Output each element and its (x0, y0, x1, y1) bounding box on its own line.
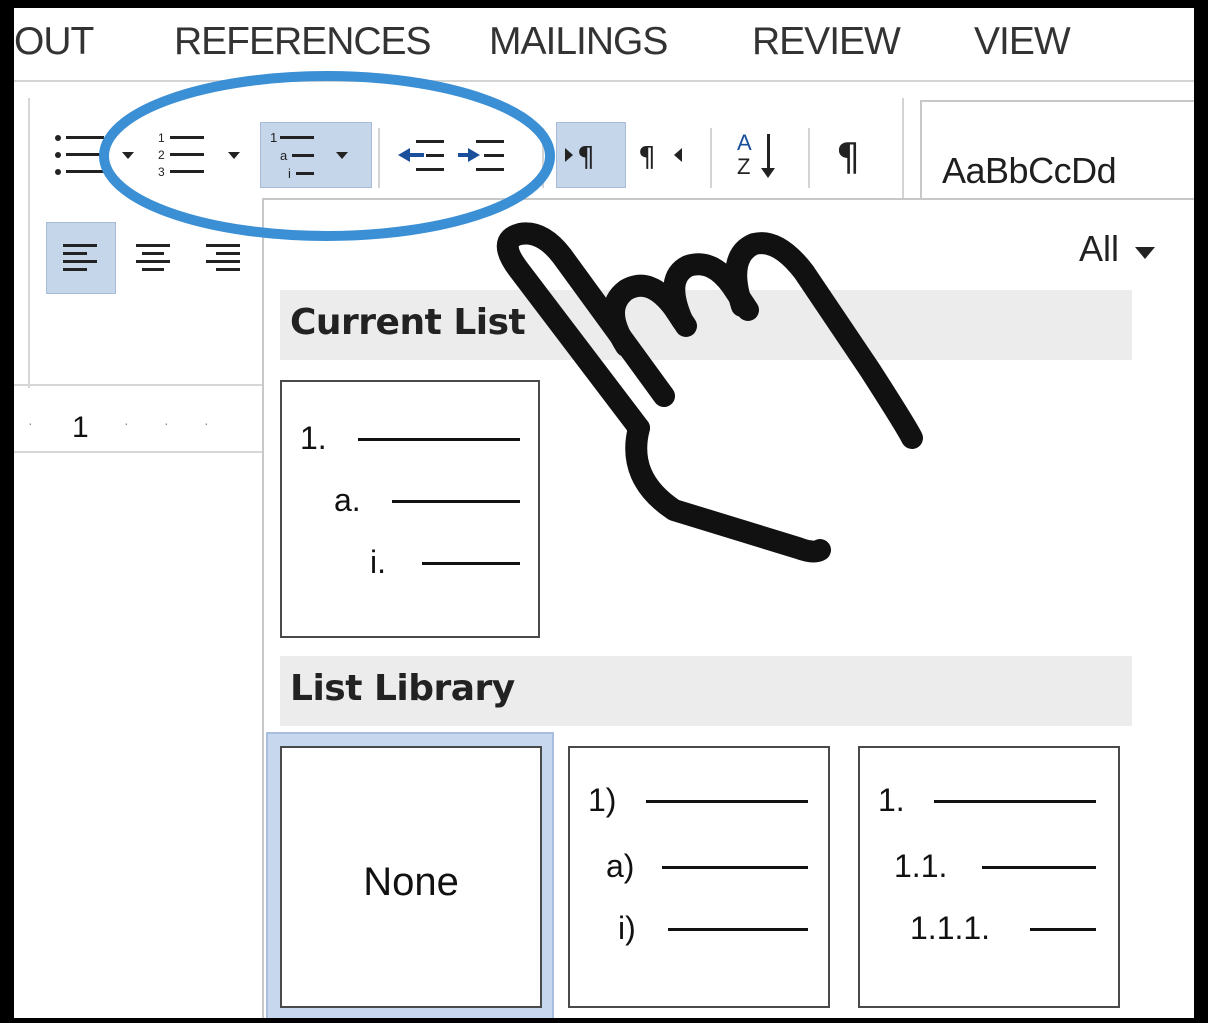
ruler-number: 1 (72, 411, 89, 444)
svg-text:2: 2 (158, 148, 165, 162)
align-right-button[interactable] (194, 222, 254, 294)
chevron-down-icon (228, 152, 240, 159)
current-list-header: Current List (280, 290, 1132, 360)
word-window: OUT REFERENCES MAILINGS REVIEW VIEW 1 2 … (14, 8, 1194, 1018)
tab-layout[interactable]: OUT (14, 20, 94, 64)
list-line (668, 928, 808, 931)
svg-text:A: A (737, 130, 752, 155)
ruler-tick: · (204, 415, 209, 431)
ribbon-bottom-border (14, 384, 274, 386)
list-level-2-marker: 1.1. (894, 848, 948, 884)
list-level-2-marker: a. (334, 482, 361, 518)
none-label: None (363, 860, 459, 904)
svg-text:i: i (288, 166, 291, 181)
multilevel-list-button[interactable]: 1 a i (260, 122, 372, 188)
align-right-icon (206, 244, 240, 271)
none-tile: None (280, 746, 542, 1008)
svg-text:¶: ¶ (577, 140, 595, 173)
svg-text:Z: Z (737, 154, 750, 179)
ruler-tick: · (164, 415, 169, 431)
separator (808, 128, 810, 188)
sort-button[interactable]: A Z (726, 124, 792, 186)
svg-text:1: 1 (158, 131, 165, 145)
filter-label: All (1078, 228, 1119, 269)
decrease-indent-icon (398, 140, 444, 171)
separator (378, 128, 380, 188)
bullets-button[interactable] (50, 124, 150, 186)
list-filter-dropdown[interactable]: All (1079, 228, 1155, 270)
pilcrow-icon: ¶ (836, 135, 860, 179)
show-hide-formatting-button[interactable]: ¶ (822, 124, 882, 186)
svg-text:¶: ¶ (638, 140, 656, 173)
chevron-down-icon (336, 152, 348, 159)
list-library-item-none[interactable]: None (266, 732, 554, 1018)
list-line (422, 562, 520, 565)
ribbon-divider (28, 98, 30, 388)
list-library-item-decimal[interactable]: 1. 1.1. 1.1.1. (858, 746, 1120, 1008)
list-level-3-marker: i. (370, 544, 386, 580)
list-library-item-paren[interactable]: 1) a) i) (568, 746, 830, 1008)
ribbon-tab-bar: OUT REFERENCES MAILINGS REVIEW VIEW (14, 8, 1194, 82)
list-level-2-marker: a) (606, 848, 635, 884)
svg-text:a: a (280, 148, 288, 163)
ruler-tick: · (124, 415, 129, 431)
tab-view[interactable]: VIEW (974, 20, 1071, 64)
ruler-tick: · (28, 415, 33, 431)
ltr-icon: ¶ (565, 140, 595, 173)
svg-text:3: 3 (158, 165, 165, 179)
list-level-3-marker: 1.1.1. (910, 910, 991, 946)
list-line (358, 438, 520, 441)
chevron-down-icon (122, 152, 134, 159)
list-level-1-marker: 1) (588, 782, 617, 818)
numbering-button[interactable]: 1 2 3 (154, 124, 254, 186)
multilevel-list-dropdown: All Current List 1. a. i. List Library N… (262, 198, 1194, 1018)
tab-references[interactable]: REFERENCES (174, 20, 432, 64)
list-line (392, 500, 520, 503)
list-line (982, 866, 1096, 869)
list-level-3-marker: i) (618, 910, 636, 946)
list-line (934, 800, 1096, 803)
multilevel-list-icon: 1 a i (270, 130, 348, 181)
list-library-header: List Library (280, 656, 1132, 726)
tab-mailings[interactable]: MAILINGS (489, 20, 668, 64)
right-to-left-button[interactable]: ¶ (634, 124, 694, 186)
separator (542, 128, 544, 188)
horizontal-ruler[interactable]: · 1 · · · (14, 411, 262, 453)
chevron-down-icon (1135, 247, 1155, 259)
sort-icon: A Z (737, 130, 775, 179)
align-center-icon (136, 244, 170, 271)
rtl-icon: ¶ (638, 140, 682, 173)
decrease-indent-button[interactable] (392, 124, 448, 186)
list-level-1-marker: 1. (878, 782, 905, 818)
section-title: Current List (290, 302, 526, 343)
separator (902, 98, 904, 208)
separator (710, 128, 712, 188)
align-left-icon (63, 244, 97, 271)
current-list-tile[interactable]: 1. a. i. (280, 380, 540, 638)
numbering-icon: 1 2 3 (158, 131, 240, 179)
list-line (662, 866, 808, 869)
increase-indent-button[interactable] (452, 124, 508, 186)
section-title: List Library (290, 668, 515, 709)
list-line (646, 800, 808, 803)
increase-indent-icon (458, 140, 504, 171)
bullets-icon (55, 135, 134, 175)
style-normal-preview[interactable]: AaBbCcDd (942, 150, 1117, 192)
list-level-1-marker: 1. (300, 420, 327, 456)
svg-text:¶: ¶ (836, 135, 860, 179)
left-to-right-button[interactable]: ¶ (556, 122, 626, 188)
styles-gallery[interactable]: AaBbCcDd (920, 100, 1194, 210)
align-center-button[interactable] (124, 222, 184, 294)
list-line (1030, 928, 1096, 931)
align-left-button[interactable] (46, 222, 116, 294)
tab-review[interactable]: REVIEW (752, 20, 901, 64)
svg-text:1: 1 (270, 130, 277, 145)
